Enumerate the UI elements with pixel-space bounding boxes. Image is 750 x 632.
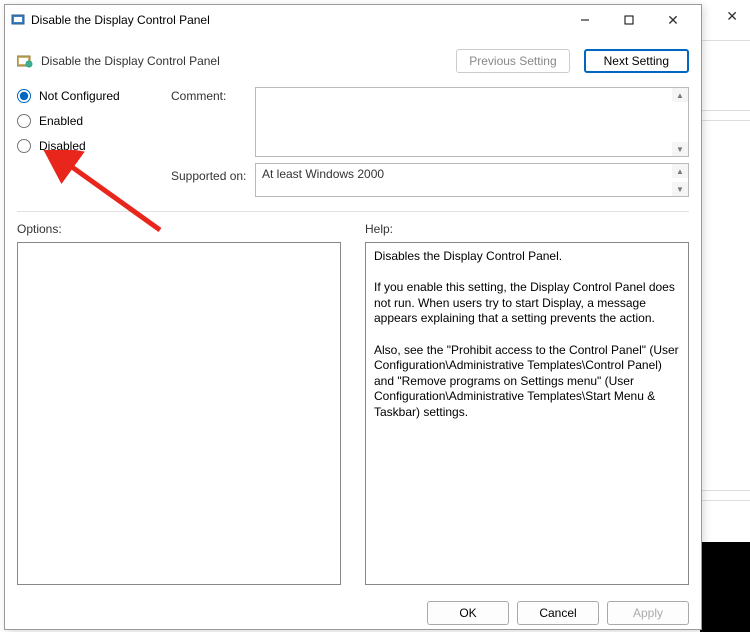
help-panel: Disables the Display Control Panel. If y… <box>365 242 689 585</box>
close-button[interactable]: ✕ <box>651 6 695 34</box>
radio-enabled[interactable]: Enabled <box>17 114 167 128</box>
radio-enabled-input[interactable] <box>17 114 31 128</box>
cancel-button[interactable]: Cancel <box>517 601 599 625</box>
supported-label: Supported on: <box>171 163 251 183</box>
radio-not-configured[interactable]: Not Configured <box>17 89 167 103</box>
next-setting-button[interactable]: Next Setting <box>584 49 689 73</box>
scroll-down-icon[interactable]: ▼ <box>672 142 688 156</box>
radio-label: Disabled <box>39 139 86 153</box>
radio-label: Not Configured <box>39 89 120 103</box>
scroll-down-icon[interactable]: ▼ <box>672 182 688 196</box>
radio-disabled-input[interactable] <box>17 139 31 153</box>
bg-close-icon: ✕ <box>726 8 738 25</box>
policy-header-icon <box>17 54 33 68</box>
comment-value <box>256 88 688 156</box>
help-content: Disables the Display Control Panel. If y… <box>374 249 680 421</box>
titlebar: Disable the Display Control Panel ✕ <box>5 5 701 35</box>
options-panel <box>17 242 341 585</box>
window-title: Disable the Display Control Panel <box>31 13 557 27</box>
supported-value: At least Windows 2000 <box>256 164 688 196</box>
previous-setting-button[interactable]: Previous Setting <box>456 49 569 73</box>
scroll-up-icon[interactable]: ▲ <box>672 88 688 102</box>
dialog-footer: OK Cancel Apply <box>5 593 701 629</box>
divider <box>17 211 689 212</box>
state-radio-group: Not Configured Enabled Disabled <box>17 87 167 157</box>
apply-button[interactable]: Apply <box>607 601 689 625</box>
policy-dialog: Disable the Display Control Panel ✕ Disa… <box>4 4 702 630</box>
supported-field: At least Windows 2000 ▲ ▼ <box>255 163 689 197</box>
comment-field[interactable]: ▲ ▼ <box>255 87 689 157</box>
minimize-button[interactable] <box>563 6 607 34</box>
radio-disabled[interactable]: Disabled <box>17 139 167 153</box>
help-label: Help: <box>365 222 689 236</box>
options-label: Options: <box>17 222 341 236</box>
scroll-up-icon[interactable]: ▲ <box>672 164 688 178</box>
policy-title: Disable the Display Control Panel <box>41 54 442 68</box>
header-row: Disable the Display Control Panel Previo… <box>5 35 701 83</box>
ok-button[interactable]: OK <box>427 601 509 625</box>
maximize-button[interactable] <box>607 6 651 34</box>
radio-not-configured-input[interactable] <box>17 89 31 103</box>
comment-label: Comment: <box>171 87 251 157</box>
policy-icon <box>11 13 25 27</box>
radio-label: Enabled <box>39 114 83 128</box>
